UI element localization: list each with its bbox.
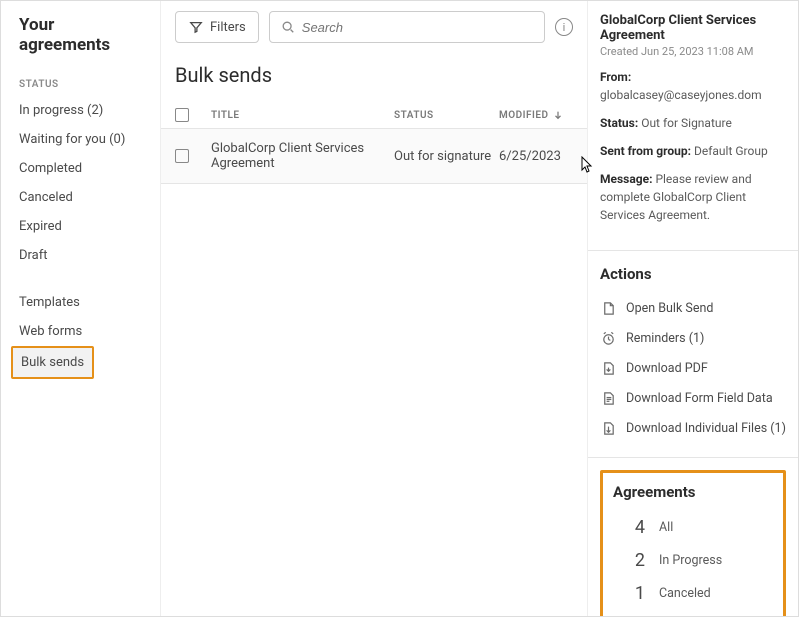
sort-descending-icon	[553, 110, 563, 120]
sidebar-item-expired[interactable]: Expired	[1, 212, 160, 241]
agreements-section: Agreements 4 All 2 In Progress 1 Cancele…	[600, 470, 786, 616]
detail-title: GlobalCorp Client Services Agreement	[600, 13, 786, 43]
action-download-form-data[interactable]: Download Form Field Data	[600, 383, 786, 413]
row-title: GlobalCorp Client Services Agreement	[211, 141, 394, 171]
detail-panel: GlobalCorp Client Services Agreement Cre…	[588, 1, 798, 616]
open-icon	[600, 300, 616, 316]
sidebar-item-waiting-for-you[interactable]: Waiting for you (0)	[1, 125, 160, 154]
column-title[interactable]: TITLE	[211, 110, 394, 121]
content-heading: Bulk sends	[161, 53, 587, 102]
detail-from: From: globalcasey@caseyjones.dom	[600, 68, 786, 104]
action-download-pdf[interactable]: Download PDF	[600, 353, 786, 383]
agreements-heading: Agreements	[613, 483, 773, 501]
sidebar-item-canceled[interactable]: Canceled	[1, 183, 160, 212]
funnel-icon	[188, 19, 204, 35]
agreements-row-all[interactable]: 4 All	[629, 511, 773, 544]
agreements-row-canceled[interactable]: 1 Canceled	[629, 577, 773, 610]
sidebar-item-web-forms[interactable]: Web forms	[1, 317, 160, 346]
sidebar-status-label: STATUS	[1, 69, 160, 96]
agreements-row-completed[interactable]: 1 Completed	[629, 610, 773, 616]
download-form-icon	[600, 390, 616, 406]
sidebar: Your agreements STATUS In progress (2) W…	[1, 1, 161, 616]
column-modified[interactable]: MODIFIED	[499, 110, 573, 121]
row-modified: 6/25/2023	[499, 149, 573, 164]
column-status[interactable]: STATUS	[394, 110, 499, 121]
actions-section: Actions Open Bulk Send Reminders (1) Dow…	[588, 251, 798, 458]
row-status: Out for signature	[394, 149, 499, 164]
table-row[interactable]: GlobalCorp Client Services Agreement Out…	[161, 129, 587, 184]
detail-status: Status: Out for Signature	[600, 114, 786, 132]
detail-message: Message: Please review and complete Glob…	[600, 170, 786, 224]
select-all-checkbox[interactable]	[175, 108, 189, 122]
sidebar-item-completed[interactable]: Completed	[1, 154, 160, 183]
topbar: Filters i	[161, 1, 587, 53]
detail-group: Sent from group: Default Group	[600, 142, 786, 160]
agreements-row-in-progress[interactable]: 2 In Progress	[629, 544, 773, 577]
filters-label: Filters	[210, 20, 246, 35]
download-files-icon	[600, 420, 616, 436]
bulk-sends-table: TITLE STATUS MODIFIED GlobalCorp Client …	[161, 102, 587, 184]
detail-header: GlobalCorp Client Services Agreement Cre…	[588, 1, 798, 251]
search-box[interactable]	[269, 11, 545, 43]
search-input[interactable]	[302, 20, 534, 35]
info-icon[interactable]: i	[555, 18, 573, 36]
download-pdf-icon	[600, 360, 616, 376]
row-checkbox[interactable]	[175, 149, 189, 163]
filters-button[interactable]: Filters	[175, 11, 259, 43]
main-panel: Filters i Bulk sends TITLE STATUS MODIFI…	[161, 1, 588, 616]
sidebar-item-draft[interactable]: Draft	[1, 241, 160, 270]
action-open-bulk-send[interactable]: Open Bulk Send	[600, 293, 786, 323]
clock-icon	[600, 330, 616, 346]
detail-created: Created Jun 25, 2023 11:08 AM	[600, 45, 786, 58]
page-title: Your agreements	[1, 15, 160, 69]
table-header: TITLE STATUS MODIFIED	[161, 102, 587, 129]
action-download-individual-files[interactable]: Download Individual Files (1)	[600, 413, 786, 443]
sidebar-item-templates[interactable]: Templates	[1, 288, 160, 317]
actions-heading: Actions	[600, 265, 786, 283]
search-icon	[280, 19, 296, 35]
action-reminders[interactable]: Reminders (1)	[600, 323, 786, 353]
sidebar-item-bulk-sends[interactable]: Bulk sends	[11, 346, 94, 379]
sidebar-item-in-progress[interactable]: In progress (2)	[1, 96, 160, 125]
